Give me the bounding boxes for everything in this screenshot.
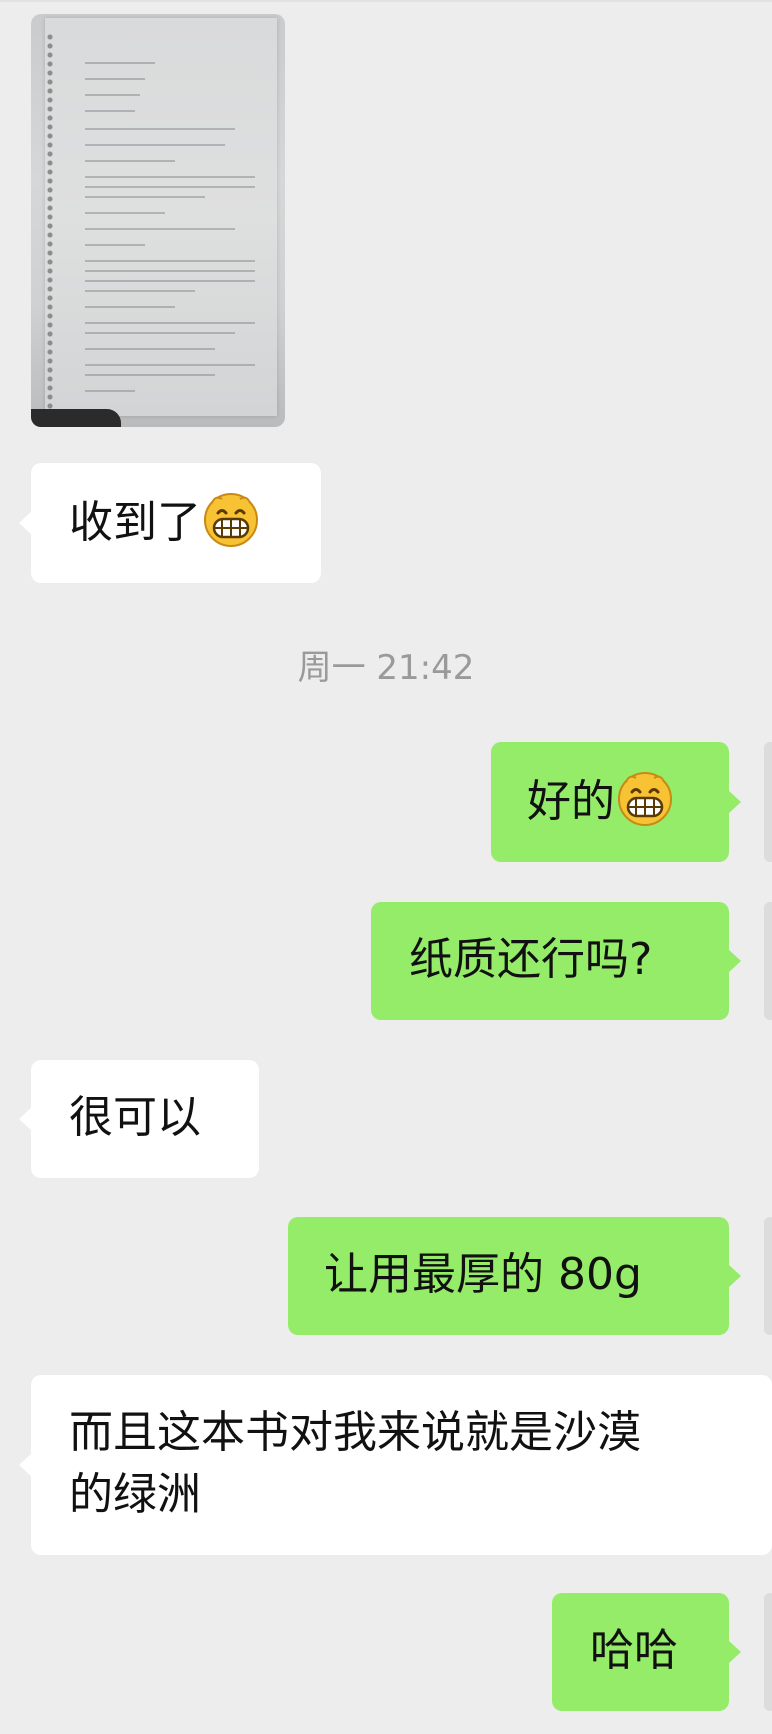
message-text: 让用最厚的 80g [324, 1249, 642, 1300]
message-text: 而且这本书对我来说就是沙漠 的绿洲 [69, 1407, 641, 1520]
message-text: 好的 [527, 776, 615, 827]
message-bubble-sent[interactable]: 哈哈 [552, 1593, 741, 1711]
message-bubble-sent[interactable]: 好的 [491, 742, 741, 862]
photo-message[interactable] [31, 14, 285, 427]
sender-avatar-edge [764, 1593, 772, 1711]
timestamp: 周一 21:42 [297, 648, 475, 688]
photo-hand [31, 409, 121, 427]
message-bubble-received[interactable]: 而且这本书对我来说就是沙漠 的绿洲 [19, 1375, 772, 1555]
message-bubble-received[interactable]: 收到了 [19, 463, 321, 583]
message-text: 很可以 [69, 1092, 201, 1143]
photo-document [45, 18, 277, 416]
sender-avatar-edge [764, 902, 772, 1020]
grinning-face-icon [617, 770, 673, 826]
message-text: 收到了 [69, 497, 201, 548]
grinning-face-icon [203, 491, 259, 547]
photo-spiral-binding [45, 32, 55, 412]
message-text: 纸质还行吗? [409, 934, 653, 985]
message-bubble-received[interactable]: 很可以 [19, 1060, 259, 1178]
sender-avatar-edge [764, 742, 772, 862]
sender-avatar-edge [764, 1217, 772, 1335]
chat-window: 收到了 周一 21:42 好的 纸质还行吗? 很可以 让用最厚的 80g 而且这… [0, 0, 772, 1734]
message-bubble-sent[interactable]: 纸质还行吗? [371, 902, 741, 1020]
message-text: 哈哈 [590, 1625, 678, 1676]
top-divider [0, 0, 772, 2]
message-bubble-sent[interactable]: 让用最厚的 80g [288, 1217, 741, 1335]
